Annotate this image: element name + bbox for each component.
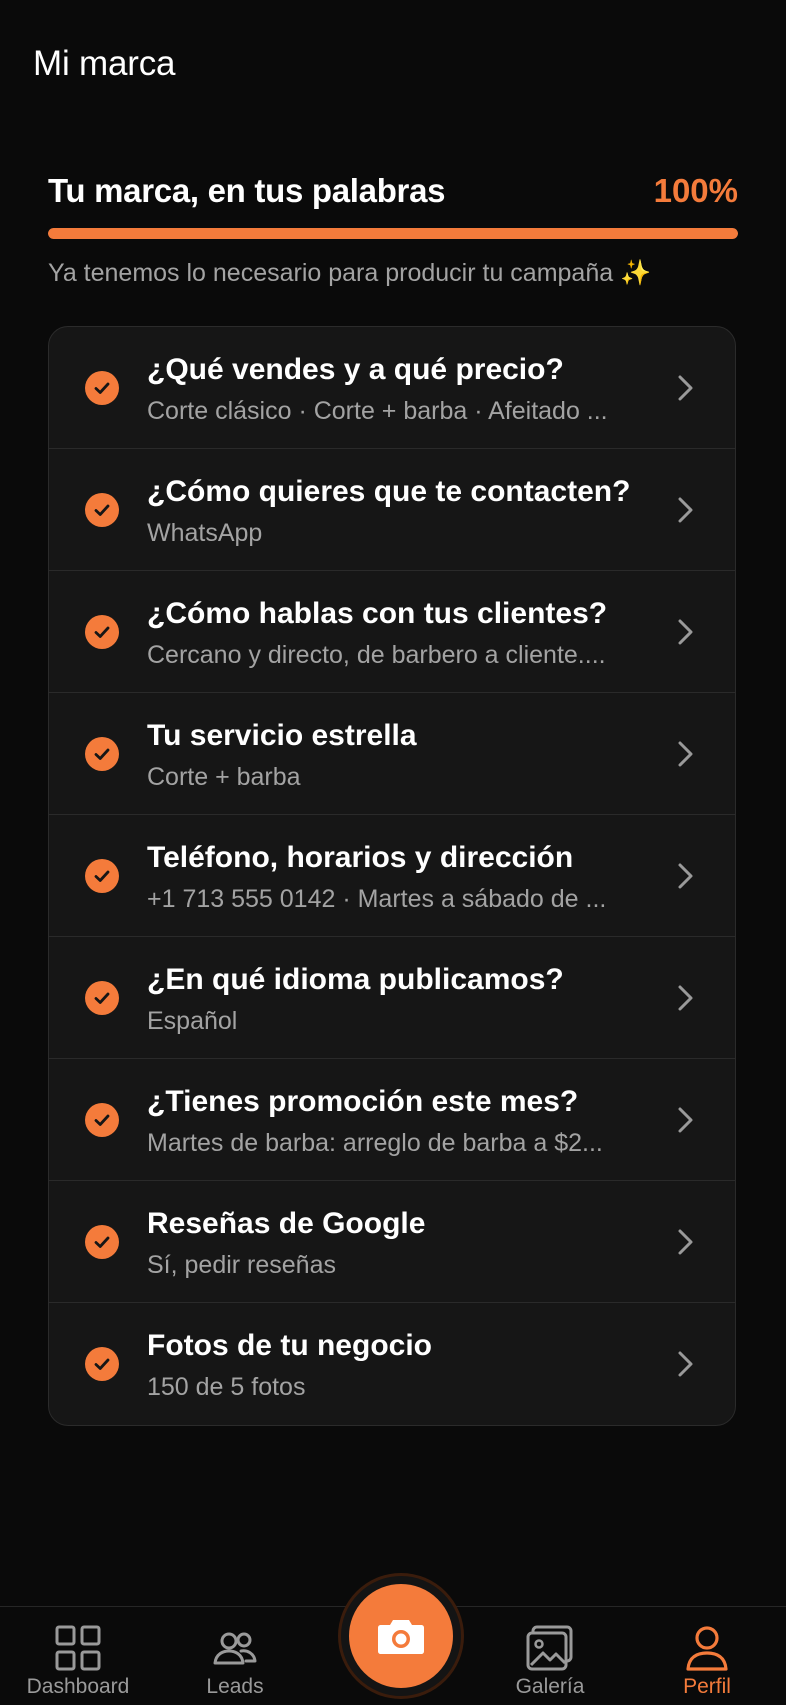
checklist-row-title: Tu servicio estrella [147,719,417,752]
chevron-right-icon [678,741,693,767]
progress-header: Tu marca, en tus palabras 100% [48,172,738,210]
users-icon [213,1632,257,1665]
checklist-row-subtitle: +1 713 555 0142 · Martes a sábado de ... [147,885,607,913]
checklist-row[interactable]: ¿Cómo quieres que te contacten? WhatsApp [49,449,735,571]
chevron-right-icon [678,985,693,1011]
check-icon [85,737,119,771]
progress-note: Ya tenemos lo necesario para producir tu… [48,259,651,288]
tab-galeria-label: Galería [515,1675,585,1698]
chevron-right-icon [678,375,693,401]
checklist-row[interactable]: ¿Cómo hablas con tus clientes? Cercano y… [49,571,735,693]
checklist-row-title: ¿Qué vendes y a qué precio? [147,353,564,386]
page-title: Mi marca [33,44,176,83]
checklist-row-subtitle: Español [147,1007,238,1035]
tab-perfil-label: Perfil [683,1675,731,1698]
chevron-right-icon [678,1229,693,1255]
camera-icon [378,1620,424,1654]
checklist-row-subtitle: Sí, pedir reseñas [147,1251,336,1279]
grid-icon [55,1625,101,1671]
profile-icon [686,1626,728,1671]
check-icon [85,859,119,893]
checklist-row-subtitle: Corte + barba [147,763,301,791]
chevron-right-icon [678,863,693,889]
checklist-row[interactable]: ¿Tienes promoción este mes? Martes de ba… [49,1059,735,1181]
chevron-right-icon [678,497,693,523]
checklist-row[interactable]: Tu servicio estrella Corte + barba [49,693,735,815]
check-icon [85,371,119,405]
check-icon [85,1103,119,1137]
checklist-row-subtitle: Corte clásico · Corte + barba · Afeitado… [147,397,608,425]
checklist-row[interactable]: ¿Qué vendes y a qué precio? Corte clásic… [49,327,735,449]
checklist-row[interactable]: ¿En qué idioma publicamos? Español [49,937,735,1059]
checklist-row-subtitle: 150 de 5 fotos [147,1373,306,1401]
progress-percent: 100% [653,172,738,209]
camera-button[interactable] [341,1576,461,1696]
checklist-row-title: ¿Cómo quieres que te contacten? [147,475,631,508]
checklist-row-title: Fotos de tu negocio [147,1329,432,1362]
check-icon [85,1225,119,1259]
progress-title: Tu marca, en tus palabras [48,172,446,209]
tab-dashboard[interactable]: Dashboard [8,1607,148,1705]
checklist-row-title: ¿En qué idioma publicamos? [147,963,564,996]
checklist-row-title: ¿Tienes promoción este mes? [147,1085,579,1118]
checklist-row-title: ¿Cómo hablas con tus clientes? [147,597,608,630]
chevron-right-icon [678,619,693,645]
checklist-row-subtitle: Cercano y directo, de barbero a cliente.… [147,641,606,669]
sparkle-icon: ✨ [620,259,652,287]
tab-leads[interactable]: Leads [165,1607,305,1705]
progress-bar-fill [48,228,738,239]
check-icon [85,615,119,649]
tab-galeria[interactable]: Galería [480,1607,620,1705]
check-icon [85,493,119,527]
checklist-row[interactable]: Teléfono, horarios y dirección +1 713 55… [49,815,735,937]
tab-leads-label: Leads [206,1675,264,1698]
checklist-row-title: Teléfono, horarios y dirección [147,841,574,874]
check-icon [85,1347,119,1381]
checklist-row[interactable]: Reseñas de Google Sí, pedir reseñas [49,1181,735,1303]
checklist-row-subtitle: Martes de barba: arreglo de barba a $2..… [147,1129,603,1157]
checklist-row[interactable]: Fotos de tu negocio 150 de 5 fotos [49,1303,735,1425]
brand-checklist: ¿Qué vendes y a qué precio? Corte clásic… [48,326,736,1426]
progress-bar [48,228,738,239]
checklist-row-subtitle: WhatsApp [147,519,263,547]
gallery-icon [526,1625,573,1671]
check-icon [85,981,119,1015]
progress-note-text: Ya tenemos lo necesario para producir tu… [48,259,614,287]
tab-perfil[interactable]: Perfil [637,1607,777,1705]
checklist-row-title: Reseñas de Google [147,1207,426,1240]
tab-dashboard-label: Dashboard [26,1675,130,1698]
chevron-right-icon [678,1351,693,1377]
chevron-right-icon [678,1107,693,1133]
